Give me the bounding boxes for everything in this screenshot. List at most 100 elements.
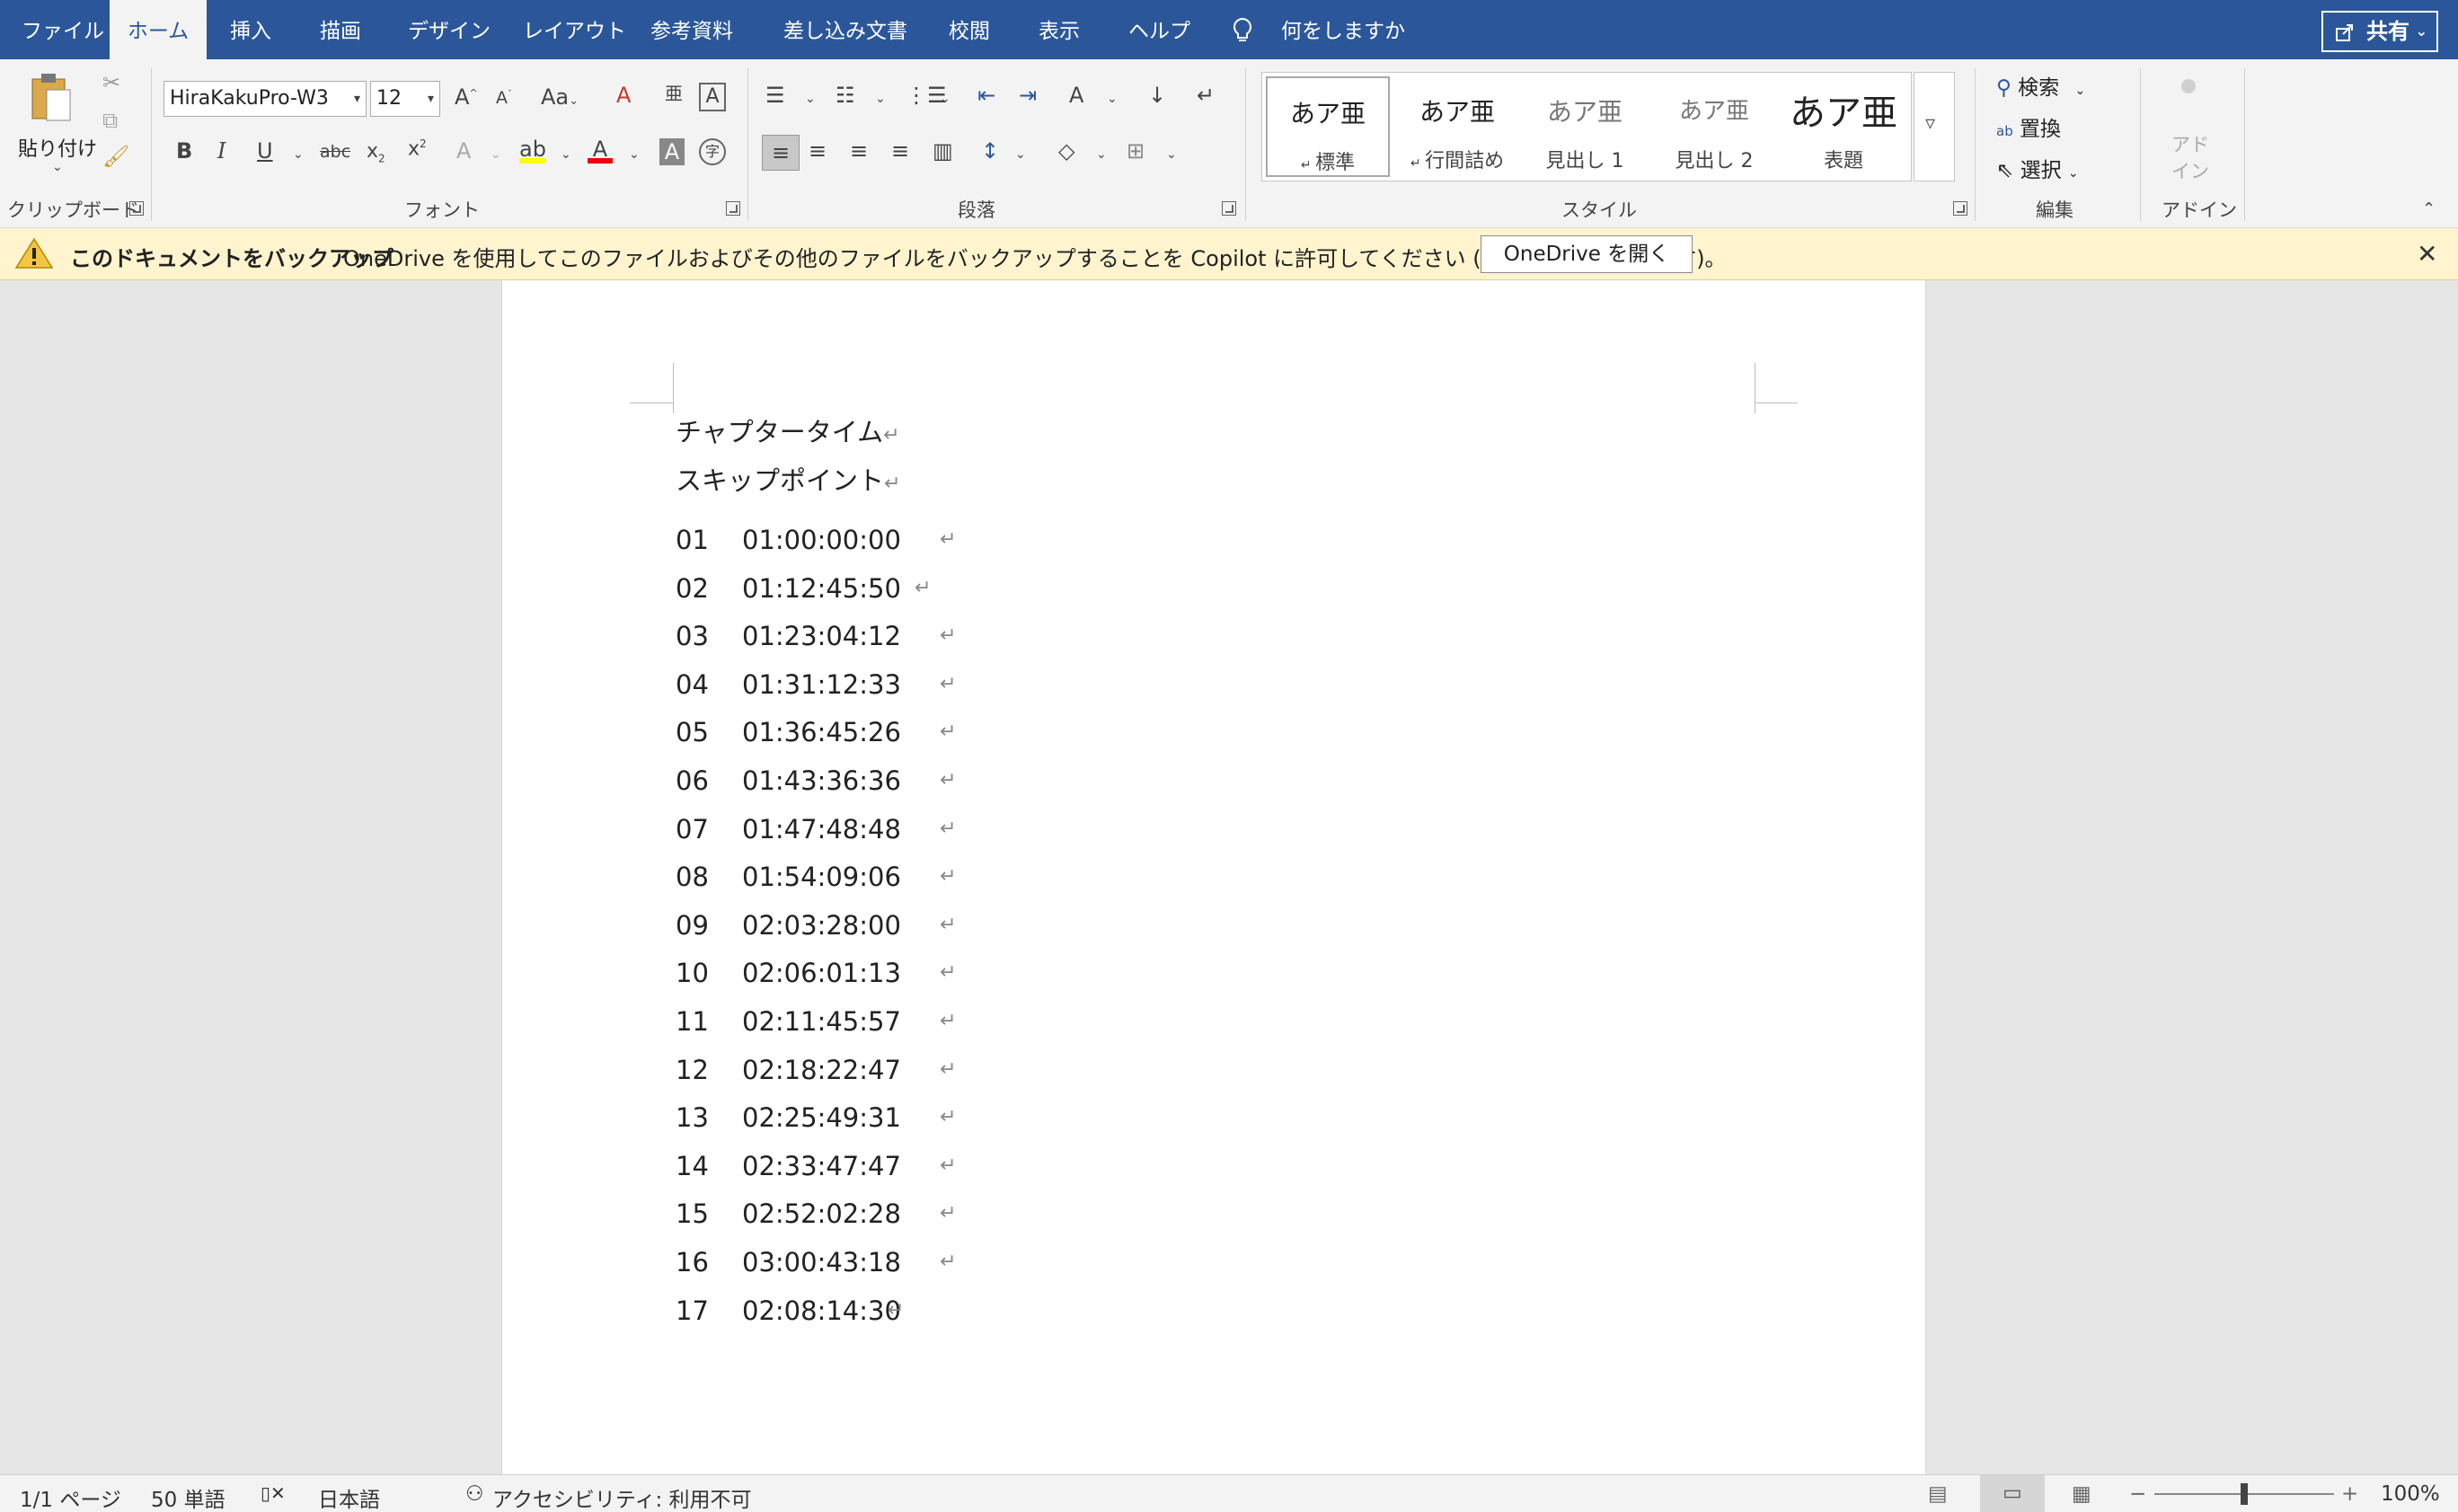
share-button[interactable]: 共有 ⌄ bbox=[2321, 11, 2438, 52]
chevron-down-icon[interactable]: ⌄ bbox=[940, 92, 950, 106]
chevron-down-icon[interactable]: ⌄ bbox=[1166, 147, 1177, 162]
chevron-down-icon[interactable]: ⌄ bbox=[293, 147, 304, 162]
word-count[interactable]: 50 単語 bbox=[151, 1482, 225, 1512]
tab-help[interactable]: ヘルプ bbox=[1128, 0, 1190, 59]
superscript-icon[interactable]: x2 bbox=[408, 138, 427, 159]
align-center-icon[interactable]: ≡ bbox=[809, 140, 827, 162]
chevron-down-icon[interactable]: ⌄ bbox=[805, 92, 816, 106]
styles-launcher-icon[interactable] bbox=[1953, 201, 1967, 216]
character-shading-icon[interactable]: A bbox=[659, 138, 685, 165]
shading-icon[interactable]: ◇ bbox=[1058, 140, 1074, 162]
chevron-down-icon[interactable]: ▾ bbox=[354, 82, 360, 116]
zoom-in-button[interactable]: + bbox=[2341, 1482, 2358, 1506]
chevron-down-icon[interactable]: ⌄ bbox=[1015, 147, 1026, 162]
style-sample: あア亜 bbox=[1289, 99, 1366, 128]
decrease-indent-icon[interactable]: ⇤ bbox=[977, 84, 995, 106]
font-launcher-icon[interactable] bbox=[726, 201, 740, 216]
chevron-down-icon[interactable]: ⌄ bbox=[1107, 92, 1118, 106]
chevron-down-icon[interactable]: ⌄ bbox=[561, 147, 571, 162]
italic-icon[interactable]: I bbox=[217, 140, 225, 162]
clear-formatting-icon[interactable]: A bbox=[616, 84, 631, 106]
zoom-out-button[interactable]: − bbox=[2129, 1482, 2146, 1506]
subscript-icon[interactable]: x2 bbox=[367, 141, 385, 164]
styles-more-button[interactable] bbox=[1914, 72, 1955, 181]
tab-references[interactable]: 参考資料 bbox=[650, 0, 733, 59]
numbering-icon[interactable]: ☷ bbox=[836, 84, 855, 106]
distributed-icon[interactable]: ▥ bbox=[933, 140, 953, 162]
zoom-slider-track[interactable] bbox=[2154, 1483, 2334, 1505]
print-layout-icon[interactable]: ▭ bbox=[1980, 1475, 2045, 1512]
chevron-down-icon[interactable]: ▾ bbox=[428, 82, 434, 116]
tab-mailings[interactable]: 差し込み文書 bbox=[783, 0, 907, 59]
change-case-icon[interactable]: Aa⌄ bbox=[541, 86, 579, 108]
font-size-combo[interactable]: 12 ▾ bbox=[370, 81, 440, 117]
enclose-characters-icon[interactable]: 字 bbox=[699, 138, 726, 165]
bullets-icon[interactable]: ☰ bbox=[765, 84, 785, 106]
tab-home[interactable]: ホーム bbox=[110, 0, 207, 59]
underline-icon[interactable]: U bbox=[257, 140, 273, 162]
chevron-down-icon[interactable]: ⌄ bbox=[629, 147, 640, 162]
web-layout-icon[interactable]: ▦ bbox=[2072, 1482, 2091, 1506]
chevron-down-icon[interactable]: ⌄ bbox=[1096, 147, 1107, 162]
chevron-down-icon[interactable]: ⌄ bbox=[875, 92, 886, 106]
copy-icon[interactable]: ⧉ bbox=[102, 110, 118, 131]
page-count[interactable]: 1/1 ページ bbox=[20, 1482, 121, 1512]
collapse-ribbon-icon[interactable]: ⌃ bbox=[2422, 199, 2436, 218]
align-left-icon[interactable]: ≡ bbox=[762, 135, 800, 171]
character-border-icon[interactable]: A bbox=[699, 83, 726, 111]
tab-design[interactable]: デザイン bbox=[408, 0, 491, 59]
clipboard-launcher-icon[interactable] bbox=[129, 201, 144, 216]
asian-layout-icon[interactable]: A bbox=[1069, 84, 1083, 106]
shrink-font-icon[interactable]: Aˇ bbox=[496, 90, 512, 107]
accessibility-status[interactable]: アクセシビリティ: 利用不可 bbox=[492, 1482, 752, 1512]
zoom-level[interactable]: 100% bbox=[2381, 1482, 2440, 1506]
chevron-down-icon[interactable]: ⌄ bbox=[491, 147, 501, 162]
highlight-icon[interactable]: ab bbox=[519, 138, 546, 164]
open-onedrive-button[interactable]: OneDrive を開く bbox=[1481, 235, 1693, 273]
style-title[interactable]: あア亜 表題 bbox=[1782, 76, 1905, 177]
text-effects-icon[interactable]: A bbox=[456, 140, 471, 162]
tab-insert[interactable]: 挿入 bbox=[230, 0, 271, 59]
strikethrough-icon[interactable]: abc bbox=[320, 144, 350, 161]
style-no-spacing[interactable]: あア亜 ↵ 行間詰め bbox=[1395, 76, 1519, 177]
cut-icon[interactable]: ✂ bbox=[102, 72, 120, 93]
document-page[interactable]: チャプタータイム↵ スキップポイント↵ 01 01:00:00:00 ↵ 02 01:1… bbox=[501, 280, 1926, 1475]
select-button[interactable]: ⇖ 選択 ⌄ bbox=[1996, 153, 2079, 183]
tab-review[interactable]: 校閲 bbox=[949, 0, 990, 59]
tab-layout[interactable]: レイアウト bbox=[523, 0, 626, 59]
tab-view[interactable]: 表示 bbox=[1039, 0, 1080, 59]
align-right-icon[interactable]: ≡ bbox=[850, 140, 868, 162]
replace-button[interactable]: ab 置換 bbox=[1996, 111, 2061, 142]
paste-button[interactable]: 貼り付け bbox=[18, 133, 97, 162]
tab-draw[interactable]: 描画 bbox=[320, 0, 361, 59]
paragraph-launcher-icon[interactable] bbox=[1222, 201, 1236, 216]
clipboard-group-label: クリップボード bbox=[7, 199, 139, 221]
read-mode-icon[interactable]: ▤ bbox=[1928, 1482, 1948, 1506]
grow-font-icon[interactable]: A^ bbox=[455, 86, 478, 108]
addins-button[interactable]: アド イン bbox=[2171, 131, 2210, 185]
borders-icon[interactable]: ⊞ bbox=[1127, 140, 1145, 162]
style-normal[interactable]: あア亜 ↵ 標準 bbox=[1266, 76, 1390, 177]
chevron-down-icon[interactable]: ⌄ bbox=[2416, 13, 2427, 50]
bold-icon[interactable]: B bbox=[176, 140, 192, 162]
style-heading-2[interactable]: あア亜 見出し 2 bbox=[1652, 76, 1776, 177]
font-name-combo[interactable]: HiraKakuPro-W3 ▾ bbox=[164, 81, 367, 117]
show-formatting-icon[interactable]: ↵ bbox=[1197, 84, 1215, 106]
find-button[interactable]: ⚲ 検索 ⌄ bbox=[1996, 70, 2085, 101]
chevron-down-icon[interactable]: ⌄ bbox=[2074, 84, 2085, 98]
sort-icon[interactable]: ↓ bbox=[1148, 84, 1166, 106]
zoom-slider-thumb[interactable] bbox=[2241, 1483, 2248, 1505]
format-painter-icon[interactable]: 🖌 bbox=[102, 146, 129, 167]
justify-icon[interactable]: ≡ bbox=[891, 140, 909, 162]
phonetic-guide-icon[interactable]: 亜 bbox=[665, 84, 683, 102]
chevron-down-icon[interactable]: ⌄ bbox=[2068, 166, 2079, 181]
tab-file[interactable]: ファイル bbox=[22, 0, 104, 59]
paste-dropdown-icon[interactable]: ⌄ bbox=[52, 160, 63, 174]
line-spacing-icon[interactable]: ↕ bbox=[981, 140, 999, 162]
style-heading-1[interactable]: あア亜 見出し 1 bbox=[1523, 76, 1647, 177]
proofing-icon[interactable]: ▯✕ bbox=[261, 1482, 286, 1504]
language[interactable]: 日本語 bbox=[318, 1482, 380, 1512]
font-color-icon[interactable]: A bbox=[588, 138, 613, 164]
increase-indent-icon[interactable]: ⇥ bbox=[1019, 84, 1037, 106]
close-icon[interactable]: ✕ bbox=[2417, 239, 2437, 269]
